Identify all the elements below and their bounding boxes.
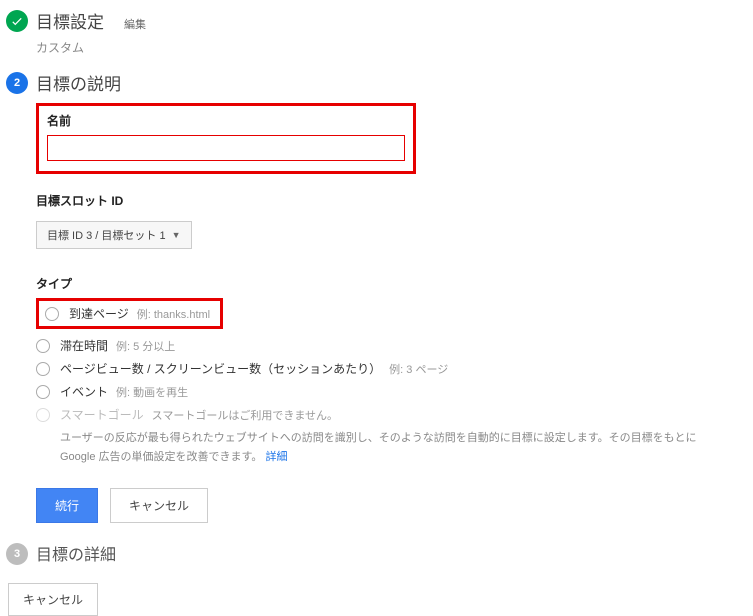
step-1-header: 目標設定 編集 カスタム: [6, 8, 753, 66]
radio-duration[interactable]: [36, 339, 50, 353]
type-pageviews-example: 例: 3 ページ: [389, 361, 448, 377]
radio-destination[interactable]: [45, 307, 59, 321]
smart-goal-description: ユーザーの反応が最も得られたウェブサイトへの訪問を識別し、そのような訪問を自動的…: [60, 429, 720, 466]
type-event-example: 例: 動画を再生: [116, 384, 188, 400]
name-input[interactable]: [47, 135, 405, 161]
type-smart-label: スマートゴール: [60, 406, 144, 423]
type-pageviews-label: ページビュー数 / スクリーンビュー数（セッションあたり）: [60, 360, 381, 377]
type-duration-label: 滞在時間: [60, 337, 108, 354]
step-cancel-button[interactable]: キャンセル: [110, 488, 208, 523]
type-duration-example: 例: 5 分以上: [116, 338, 175, 354]
step-1-edit-link[interactable]: 編集: [124, 16, 146, 32]
smart-goal-details-link[interactable]: 詳細: [266, 451, 288, 463]
caret-down-icon: ▼: [172, 230, 181, 240]
radio-pageviews[interactable]: [36, 362, 50, 376]
check-icon: [6, 10, 28, 32]
slot-id-label: 目標スロット ID: [36, 192, 753, 209]
type-smart-example: スマートゴールはご利用できません。: [152, 407, 338, 423]
name-label: 名前: [47, 112, 405, 129]
type-destination-highlight: 到達ページ 例: thanks.html: [36, 298, 223, 329]
step-3-header: 3 目標の詳細: [6, 541, 753, 565]
radio-smart: [36, 408, 50, 422]
bottom-cancel-button[interactable]: キャンセル: [8, 583, 98, 616]
slot-id-value: 目標 ID 3 / 目標セット 1: [47, 227, 166, 243]
step-3-title: 目標の詳細: [36, 547, 116, 564]
step-2-header: 2 目標の説明: [6, 70, 753, 95]
step-2-title: 目標の説明: [36, 70, 753, 95]
type-destination-example: 例: thanks.html: [137, 306, 210, 322]
step-1-subtitle: カスタム: [36, 39, 753, 56]
step-2-form: 名前 目標スロット ID 目標 ID 3 / 目標セット 1 ▼ タイプ 到達ペ…: [36, 103, 753, 523]
slot-id-dropdown[interactable]: 目標 ID 3 / 目標セット 1 ▼: [36, 221, 192, 249]
step-1-title: 目標設定: [36, 8, 104, 33]
type-label: タイプ: [36, 275, 753, 292]
radio-event[interactable]: [36, 385, 50, 399]
step-2-number-icon: 2: [6, 72, 28, 94]
smart-desc-text: ユーザーの反応が最も得られたウェブサイトへの訪問を識別し、そのような訪問を自動的…: [60, 432, 696, 463]
name-highlight-box: 名前: [36, 103, 416, 174]
type-destination-label: 到達ページ: [69, 305, 129, 322]
step-3-number-icon: 3: [6, 543, 28, 565]
continue-button[interactable]: 続行: [36, 488, 98, 523]
type-event-label: イベント: [60, 383, 108, 400]
